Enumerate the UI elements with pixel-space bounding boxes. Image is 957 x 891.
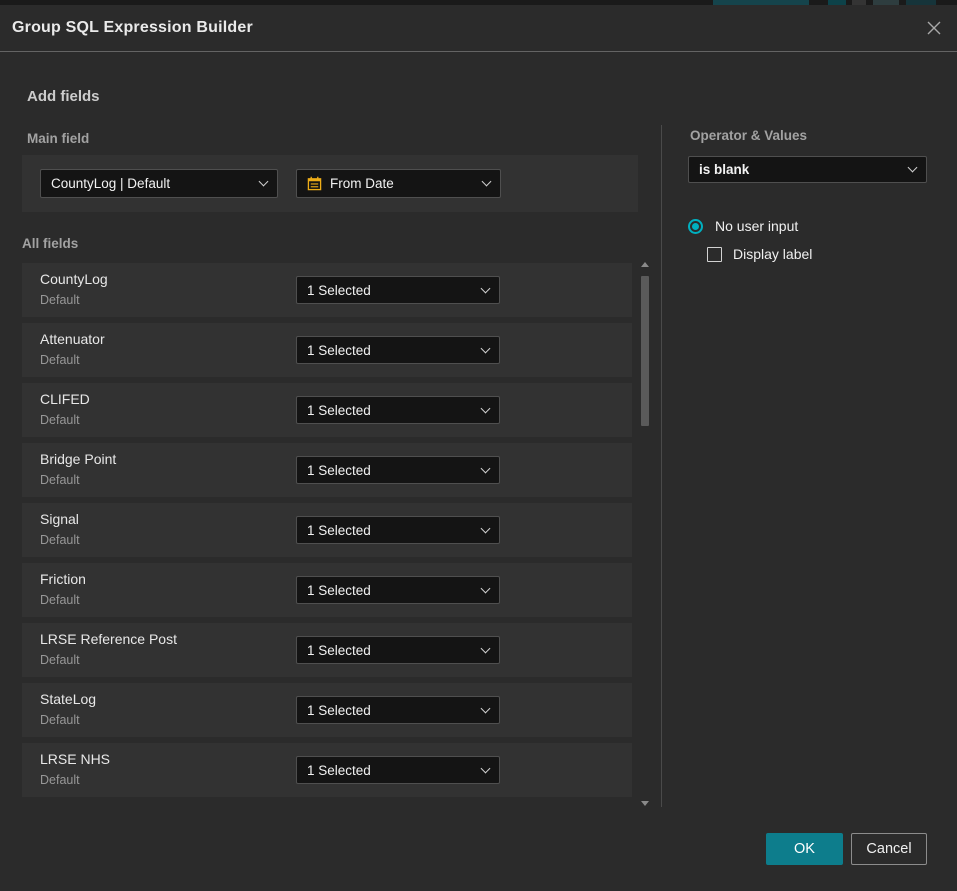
field-selected-value: 1 Selected xyxy=(307,643,482,658)
field-subtitle: Default xyxy=(40,593,80,607)
operator-dropdown[interactable]: is blank xyxy=(688,156,927,183)
calendar-icon xyxy=(307,176,322,191)
field-name: Friction xyxy=(40,571,86,587)
field-selected-dropdown[interactable]: 1 Selected xyxy=(296,516,500,544)
field-row: LRSE Reference Post Default 1 Selected xyxy=(22,623,632,677)
fields-list-scrollbar[interactable] xyxy=(639,258,651,810)
chevron-down-icon xyxy=(481,283,491,293)
field-subtitle: Default xyxy=(40,293,80,307)
field-row: StateLog Default 1 Selected xyxy=(22,683,632,737)
field-row: Bridge Point Default 1 Selected xyxy=(22,443,632,497)
chevron-down-icon xyxy=(481,403,491,413)
dialog-header: Group SQL Expression Builder xyxy=(0,5,957,52)
checkbox-label: Display label xyxy=(733,246,812,262)
display-label-checkbox[interactable]: Display label xyxy=(707,246,812,262)
add-fields-heading: Add fields xyxy=(27,88,100,105)
field-selected-value: 1 Selected xyxy=(307,403,482,418)
field-selected-value: 1 Selected xyxy=(307,523,482,538)
field-selected-value: 1 Selected xyxy=(307,583,482,598)
chevron-down-icon xyxy=(481,463,491,473)
no-user-input-radio[interactable]: No user input xyxy=(688,218,798,234)
all-fields-label: All fields xyxy=(22,236,78,251)
field-selected-dropdown[interactable]: 1 Selected xyxy=(296,696,500,724)
chevron-down-icon xyxy=(481,343,491,353)
chevron-down-icon xyxy=(481,763,491,773)
field-name: Bridge Point xyxy=(40,451,116,467)
chevron-down-icon xyxy=(908,163,918,173)
field-subtitle: Default xyxy=(40,353,80,367)
field-selected-dropdown[interactable]: 1 Selected xyxy=(296,336,500,364)
field-subtitle: Default xyxy=(40,713,80,727)
field-name: StateLog xyxy=(40,691,96,707)
group-sql-expression-builder-dialog: Group SQL Expression Builder Add fields … xyxy=(0,5,957,891)
field-subtitle: Default xyxy=(40,533,80,547)
close-button[interactable] xyxy=(923,17,945,39)
layer-select-dropdown[interactable]: CountyLog | Default xyxy=(40,169,278,198)
scrollbar-thumb[interactable] xyxy=(641,276,649,426)
radio-selected-icon xyxy=(688,219,703,234)
field-name: Attenuator xyxy=(40,331,105,347)
field-selected-dropdown[interactable]: 1 Selected xyxy=(296,756,500,784)
main-field-card: CountyLog | Default From Date xyxy=(22,155,638,212)
field-row: Attenuator Default 1 Selected xyxy=(22,323,632,377)
field-selected-value: 1 Selected xyxy=(307,763,482,778)
field-name: CountyLog xyxy=(40,271,108,287)
field-name: LRSE Reference Post xyxy=(40,631,177,647)
chevron-down-icon xyxy=(259,177,269,187)
checkbox-unchecked-icon xyxy=(707,247,722,262)
field-subtitle: Default xyxy=(40,413,80,427)
chevron-down-icon xyxy=(481,703,491,713)
field-selected-dropdown[interactable]: 1 Selected xyxy=(296,636,500,664)
operator-value: is blank xyxy=(699,162,909,177)
field-name: LRSE NHS xyxy=(40,751,110,767)
field-selected-value: 1 Selected xyxy=(307,703,482,718)
field-selected-dropdown[interactable]: 1 Selected xyxy=(296,576,500,604)
chevron-down-icon xyxy=(482,177,492,187)
field-select-dropdown[interactable]: From Date xyxy=(296,169,501,198)
field-select-value: From Date xyxy=(330,176,483,191)
close-icon xyxy=(925,19,943,37)
scroll-up-arrow-icon[interactable] xyxy=(641,262,649,267)
field-selected-value: 1 Selected xyxy=(307,463,482,478)
all-fields-list: CountyLog Default 1 Selected Attenuator … xyxy=(22,263,632,797)
cancel-button[interactable]: Cancel xyxy=(851,833,927,865)
field-subtitle: Default xyxy=(40,473,80,487)
field-selected-value: 1 Selected xyxy=(307,343,482,358)
field-name: CLIFED xyxy=(40,391,90,407)
field-subtitle: Default xyxy=(40,653,80,667)
field-row: LRSE NHS Default 1 Selected xyxy=(22,743,632,797)
operator-values-heading: Operator & Values xyxy=(690,128,807,143)
main-field-label: Main field xyxy=(27,131,89,146)
field-row: Friction Default 1 Selected xyxy=(22,563,632,617)
panel-divider xyxy=(661,125,662,807)
dialog-title: Group SQL Expression Builder xyxy=(12,19,253,37)
chevron-down-icon xyxy=(481,643,491,653)
chevron-down-icon xyxy=(481,583,491,593)
field-selected-dropdown[interactable]: 1 Selected xyxy=(296,396,500,424)
field-subtitle: Default xyxy=(40,773,80,787)
field-row: Signal Default 1 Selected xyxy=(22,503,632,557)
chevron-down-icon xyxy=(481,523,491,533)
field-selected-dropdown[interactable]: 1 Selected xyxy=(296,276,500,304)
field-selected-value: 1 Selected xyxy=(307,283,482,298)
ok-button[interactable]: OK xyxy=(766,833,843,865)
field-row: CountyLog Default 1 Selected xyxy=(22,263,632,317)
field-row: CLIFED Default 1 Selected xyxy=(22,383,632,437)
field-name: Signal xyxy=(40,511,79,527)
layer-select-value: CountyLog | Default xyxy=(51,176,260,191)
scroll-down-arrow-icon[interactable] xyxy=(641,801,649,806)
field-selected-dropdown[interactable]: 1 Selected xyxy=(296,456,500,484)
radio-label: No user input xyxy=(715,218,798,234)
